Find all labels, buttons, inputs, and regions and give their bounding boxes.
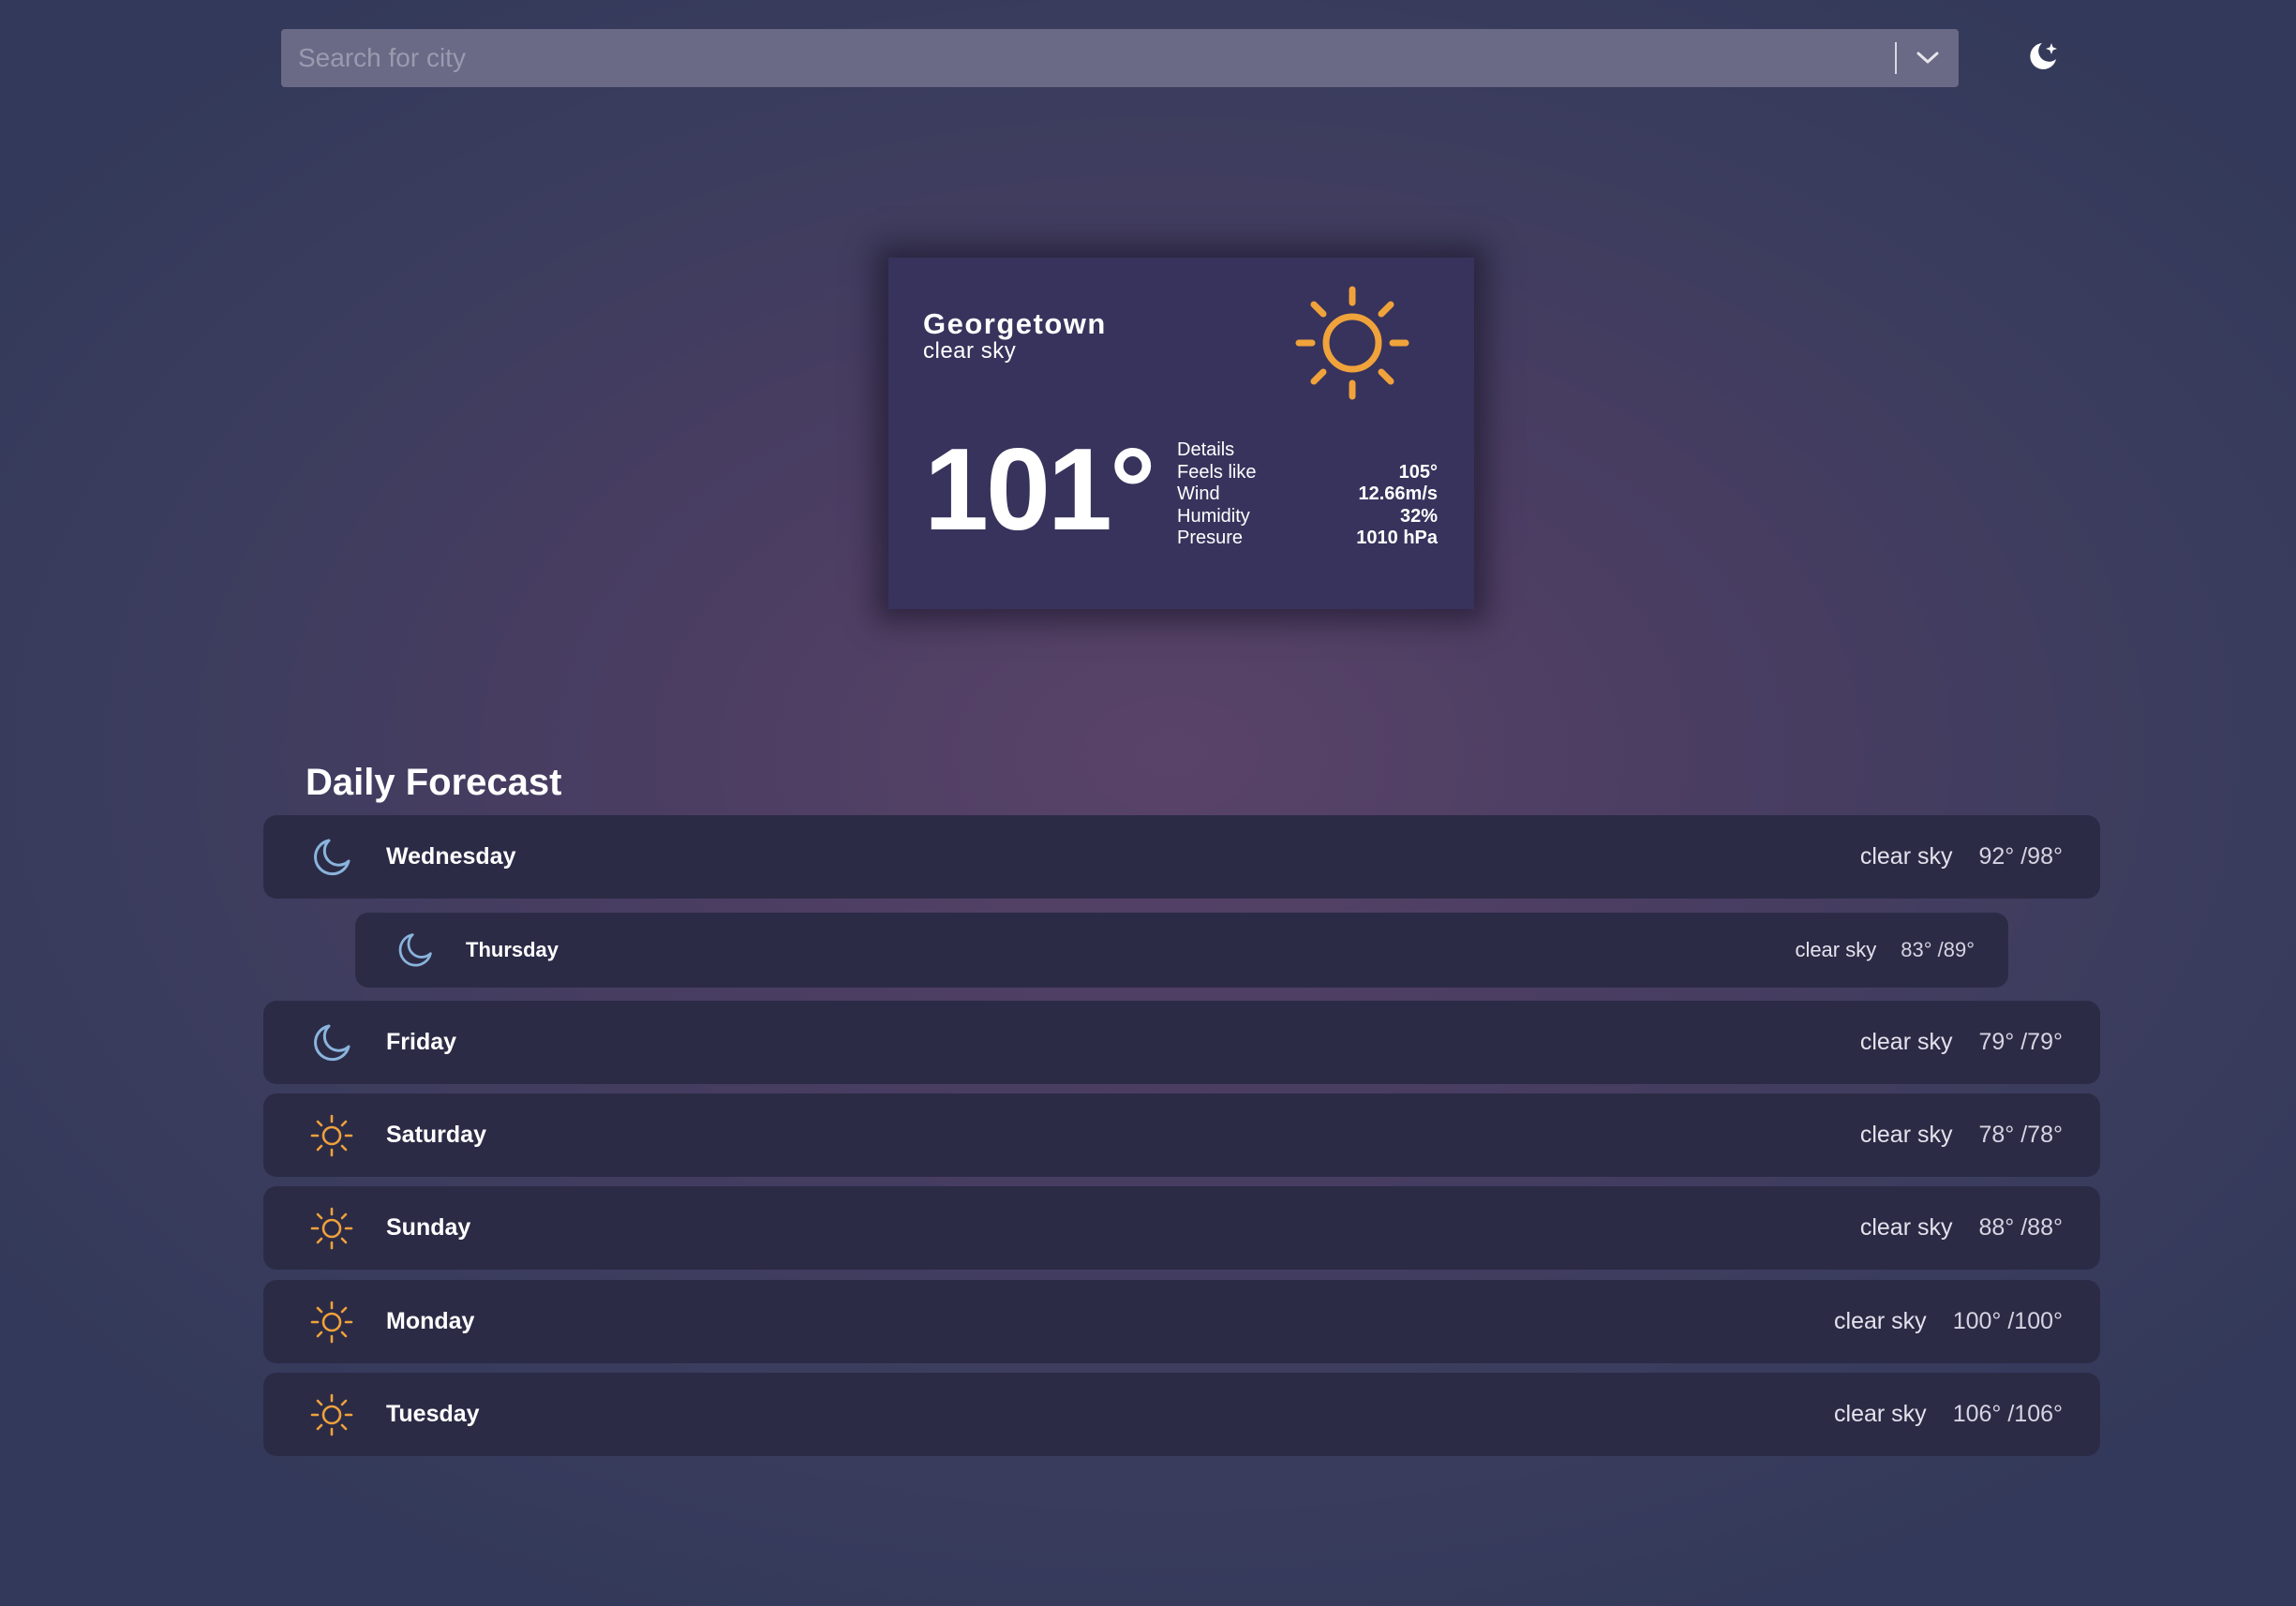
moon-icon — [314, 839, 350, 875]
detail-value: 12.66m/s — [1358, 483, 1438, 504]
forecast-temps: 106° /106° — [1952, 1401, 2063, 1427]
forecast-day-name: Friday — [386, 1029, 457, 1055]
city-search-input[interactable] — [281, 29, 1895, 87]
sun-icon — [310, 1393, 353, 1435]
forecast-row-monday[interactable]: Monday clear sky 100° /100° — [263, 1280, 2100, 1363]
forecast-temps: 79° /79° — [1978, 1029, 2063, 1055]
current-weather-card: Georgetown clear sky 101° Details Feels … — [888, 258, 1474, 609]
forecast-day-name: Saturday — [386, 1122, 486, 1148]
forecast-description: clear sky — [1834, 1401, 1927, 1427]
detail-label: Presure — [1177, 528, 1244, 548]
sun-icon — [310, 1207, 353, 1249]
detail-feels-like: Feels like 105° — [1177, 462, 1438, 484]
forecast-temps: 92° /98° — [1978, 843, 2063, 870]
detail-label: Feels like — [1177, 461, 1257, 483]
city-search-bar — [281, 29, 1959, 87]
forecast-row-sunday[interactable]: Sunday clear sky 88° /88° — [263, 1186, 2100, 1270]
sun-icon — [310, 1301, 353, 1343]
sun-icon — [310, 1114, 353, 1156]
forecast-day-name: Sunday — [386, 1214, 471, 1241]
moon-icon — [398, 933, 432, 967]
forecast-day-name: Tuesday — [386, 1401, 480, 1427]
details-label: Details — [1177, 439, 1235, 460]
forecast-day-name: Wednesday — [386, 843, 516, 870]
forecast-temps: 100° /100° — [1952, 1308, 2063, 1334]
detail-pressure: Presure 1010 hPa — [1177, 528, 1438, 550]
forecast-day-name: Monday — [386, 1308, 475, 1334]
forecast-title: Daily Forecast — [306, 762, 562, 803]
dropdown-button[interactable] — [1897, 29, 1959, 87]
detail-label: Humidity — [1177, 505, 1250, 527]
forecast-description: clear sky — [1834, 1308, 1927, 1334]
current-description: clear sky — [923, 338, 1017, 364]
detail-value: 32% — [1399, 505, 1438, 527]
forecast-description: clear sky — [1859, 843, 1953, 870]
forecast-temps: 78° /78° — [1978, 1122, 2063, 1148]
forecast-description: clear sky — [1795, 938, 1877, 961]
moon-icon — [314, 1024, 350, 1061]
forecast-day-name: Thursday — [466, 938, 559, 961]
forecast-row-saturday[interactable]: Saturday clear sky 78° /78° — [263, 1093, 2100, 1177]
detail-label: Wind — [1177, 483, 1220, 504]
forecast-row-wednesday[interactable]: Wednesday clear sky 92° /98° — [263, 815, 2100, 899]
forecast-temps: 83° /89° — [1901, 938, 1975, 961]
detail-wind: Wind 12.66m/s — [1177, 483, 1438, 506]
weather-details: Details Feels like 105° Wind 12.66m/s Hu… — [1177, 439, 1438, 550]
moon-star-icon — [2030, 43, 2057, 69]
forecast-temps: 88° /88° — [1978, 1214, 2063, 1241]
sun-icon — [1295, 286, 1409, 400]
forecast-description: clear sky — [1859, 1214, 1953, 1241]
detail-value: 105° — [1398, 461, 1438, 483]
detail-value: 1010 hPa — [1356, 528, 1438, 548]
forecast-row-friday[interactable]: Friday clear sky 79° /79° — [263, 1001, 2100, 1084]
forecast-row-tuesday[interactable]: Tuesday clear sky 106° /106° — [263, 1373, 2100, 1456]
details-heading: Details — [1177, 439, 1438, 462]
theme-toggle-button[interactable] — [2024, 37, 2062, 75]
chevron-down-icon — [1916, 52, 1939, 64]
current-temperature: 101° — [924, 425, 1155, 555]
forecast-row-thursday[interactable]: Thursday clear sky 83° /89° — [355, 913, 2008, 988]
city-name: Georgetown — [923, 307, 1107, 340]
forecast-description: clear sky — [1859, 1122, 1953, 1148]
detail-humidity: Humidity 32% — [1177, 506, 1438, 528]
forecast-description: clear sky — [1859, 1029, 1953, 1055]
